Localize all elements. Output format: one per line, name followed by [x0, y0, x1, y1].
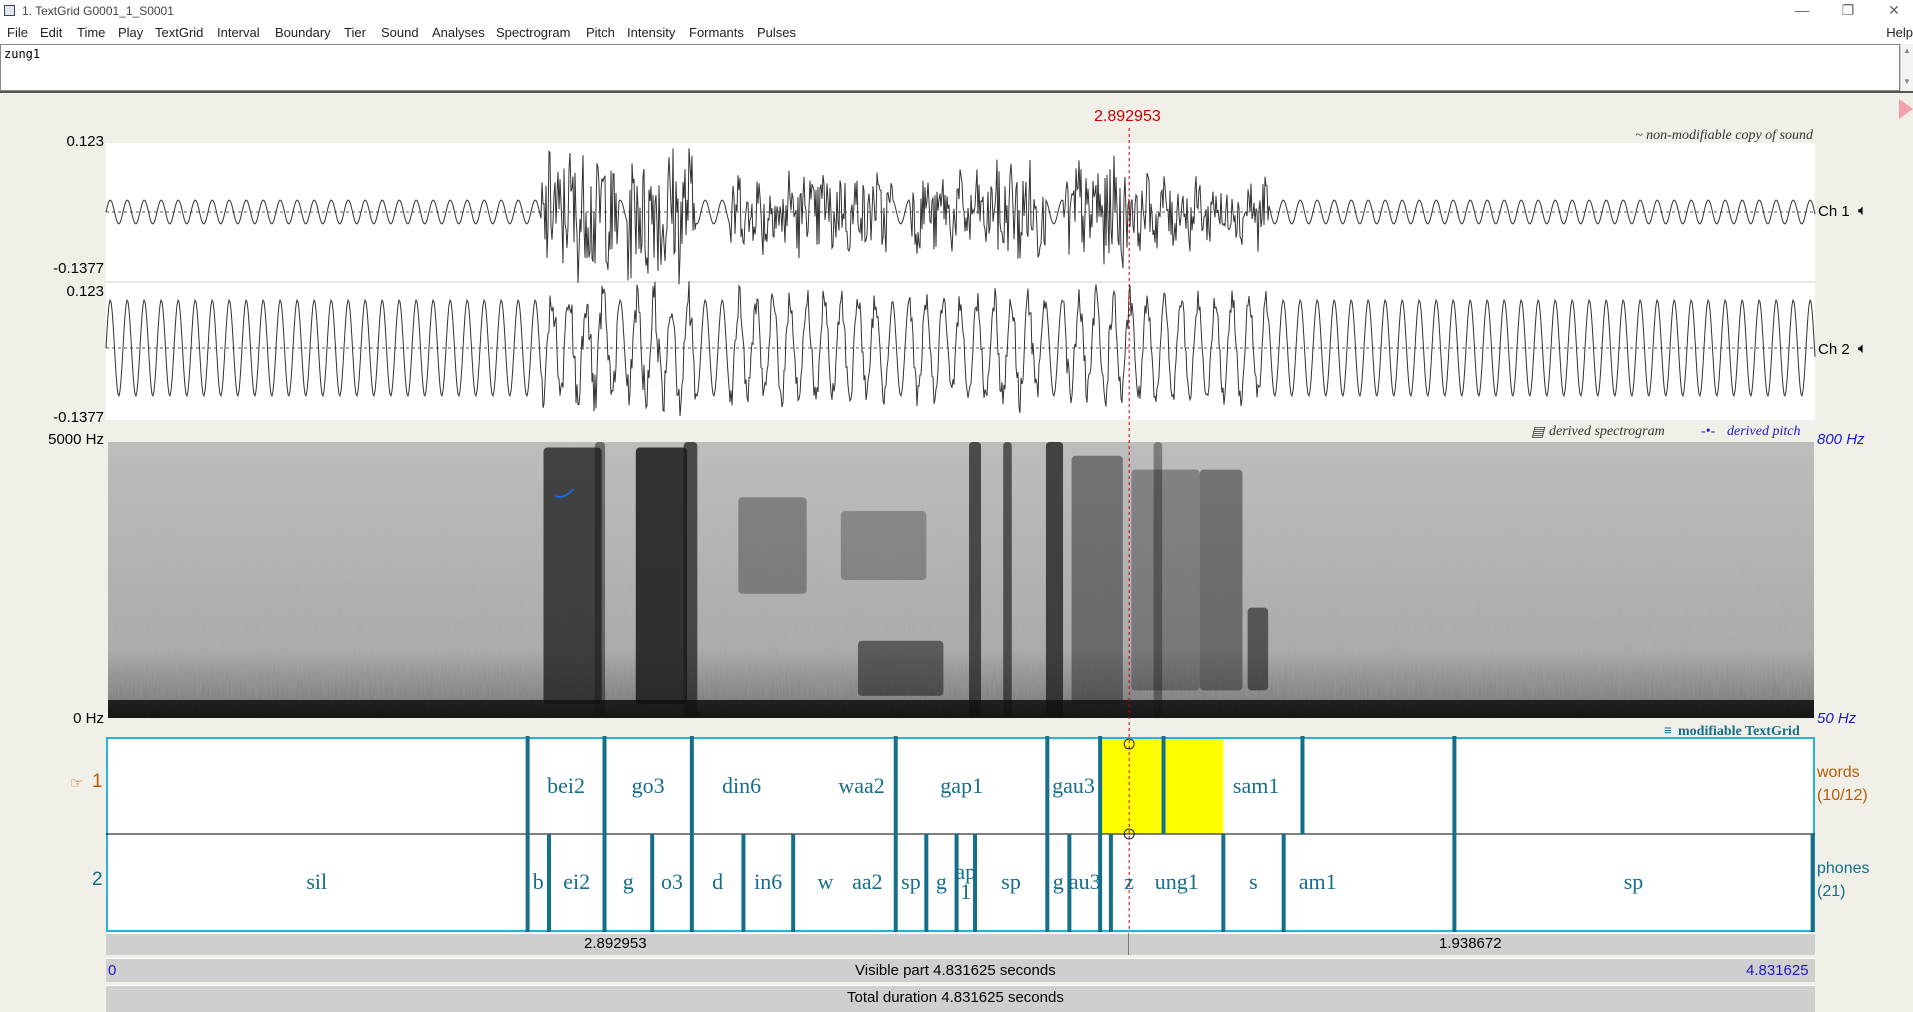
word-interval-label[interactable]: gap1 — [940, 773, 983, 799]
phone-interval-label[interactable]: s — [1249, 869, 1258, 895]
phone-interval-label[interactable]: au3 — [1069, 869, 1101, 895]
phone-interval-label[interactable]: b — [533, 869, 544, 895]
cursor-time-label: 2.892953 — [1094, 108, 1161, 125]
phone-interval-label[interactable]: sil — [306, 869, 327, 895]
spectrogram-blob — [594, 442, 606, 718]
tier2-name[interactable]: phones — [1817, 860, 1870, 878]
phone-interval-label[interactable]: g — [1053, 869, 1064, 895]
visible-start-time: 0 — [108, 962, 117, 979]
spectrogram-blob — [969, 442, 982, 718]
phone-interval-label[interactable]: g — [623, 869, 634, 895]
spectrogram-low-band — [108, 700, 1814, 718]
phone-interval-label[interactable]: sp — [1001, 869, 1021, 895]
ch1-max-label: 0.123 — [66, 133, 104, 150]
derived-pitch-note: derived pitch — [1727, 424, 1801, 439]
tier2-count: (21) — [1817, 883, 1846, 900]
phone-interval-label[interactable]: w — [818, 869, 834, 895]
visible-part-label[interactable]: Visible part 4.831625 seconds — [855, 962, 1056, 979]
phone-interval-label[interactable]: ap 1 — [955, 861, 976, 903]
spectrogram-blob — [543, 447, 602, 705]
ch2-min-label: -0.1377 — [53, 409, 104, 426]
tier1-number[interactable]: 1 — [92, 771, 103, 793]
spectrogram-blob — [1071, 455, 1123, 705]
word-interval-label[interactable]: gau3 — [1052, 773, 1095, 799]
word-interval-label[interactable]: bei2 — [547, 773, 585, 799]
ch2-label: Ch 2 — [1818, 341, 1850, 358]
visible-end-time: 4.831625 — [1746, 962, 1809, 979]
phone-interval-label[interactable]: g — [936, 869, 947, 895]
spectrogram-blob — [738, 497, 807, 594]
tier1-name[interactable]: words — [1817, 764, 1860, 782]
ch1-min-label: -0.1377 — [53, 260, 104, 277]
spectrogram-blob — [1045, 442, 1064, 718]
word-interval-label[interactable]: din6 — [722, 773, 761, 799]
word-interval-label[interactable]: zung1 — [1134, 773, 1188, 799]
word-interval-label[interactable]: go3 — [632, 773, 665, 799]
phone-interval-label[interactable]: sp — [901, 869, 921, 895]
left-part-duration[interactable]: 2.892953 — [584, 935, 647, 952]
phone-interval-label[interactable]: ei2 — [563, 869, 590, 895]
spectrogram-blob — [840, 511, 927, 580]
spectrogram-blob — [1003, 442, 1012, 718]
spectrogram-blob — [1153, 442, 1163, 718]
total-duration-label[interactable]: Total duration 4.831625 seconds — [847, 989, 1064, 1006]
duration-bar-parts[interactable] — [106, 933, 1815, 955]
ch1-speaker-icon[interactable]: 🔈︎ — [1858, 202, 1867, 219]
spectrogram-blob — [1199, 469, 1243, 691]
phone-interval-label[interactable]: d — [712, 869, 723, 895]
word-interval-label[interactable]: waa2 — [838, 773, 884, 799]
ch2-panel[interactable] — [106, 282, 1815, 420]
phone-interval-label[interactable]: am1 — [1299, 869, 1337, 895]
phone-interval-label[interactable]: in6 — [754, 869, 782, 895]
spectrogram-blob — [683, 442, 698, 718]
spectrogram-blob — [857, 640, 944, 696]
sound-copy-note: ~ non-modifiable copy of sound — [1635, 128, 1813, 143]
ch2-speaker-icon[interactable]: 🔈︎ — [1858, 340, 1867, 357]
phone-interval-label[interactable]: z — [1124, 869, 1134, 895]
pitch-legend-icon: -•- — [1701, 424, 1716, 439]
spectrogram-blob — [1247, 607, 1269, 691]
phone-interval-label[interactable]: sp — [1624, 869, 1644, 895]
phone-interval-label[interactable]: o3 — [661, 869, 683, 895]
right-part-duration[interactable]: 1.938672 — [1439, 935, 1502, 952]
spectrogram-blob — [635, 447, 688, 705]
spectrogram-icon: ▤ — [1531, 425, 1545, 440]
tier2-number[interactable]: 2 — [92, 869, 103, 891]
ch2-max-label: 0.123 — [66, 283, 104, 300]
phone-interval-label[interactable]: ung1 — [1155, 869, 1199, 895]
pitch-max-label: 800 Hz — [1817, 431, 1865, 448]
ch1-label: Ch 1 — [1818, 203, 1850, 220]
spectrogram-max-label: 5000 Hz — [48, 431, 104, 448]
pitch-min-label: 50 Hz — [1817, 710, 1857, 727]
duration-bar-divider — [1128, 933, 1129, 955]
spectrogram-min-label: 0 Hz — [73, 710, 104, 727]
spectrogram-blob — [1131, 469, 1200, 691]
word-interval-label[interactable]: sam1 — [1233, 773, 1279, 799]
tier1-count: (10/12) — [1817, 787, 1868, 804]
active-tier-pointer-icon: ☞ — [70, 775, 84, 792]
derived-spectrogram-note: derived spectrogram — [1549, 424, 1665, 439]
phone-interval-label[interactable]: aa2 — [852, 869, 883, 895]
